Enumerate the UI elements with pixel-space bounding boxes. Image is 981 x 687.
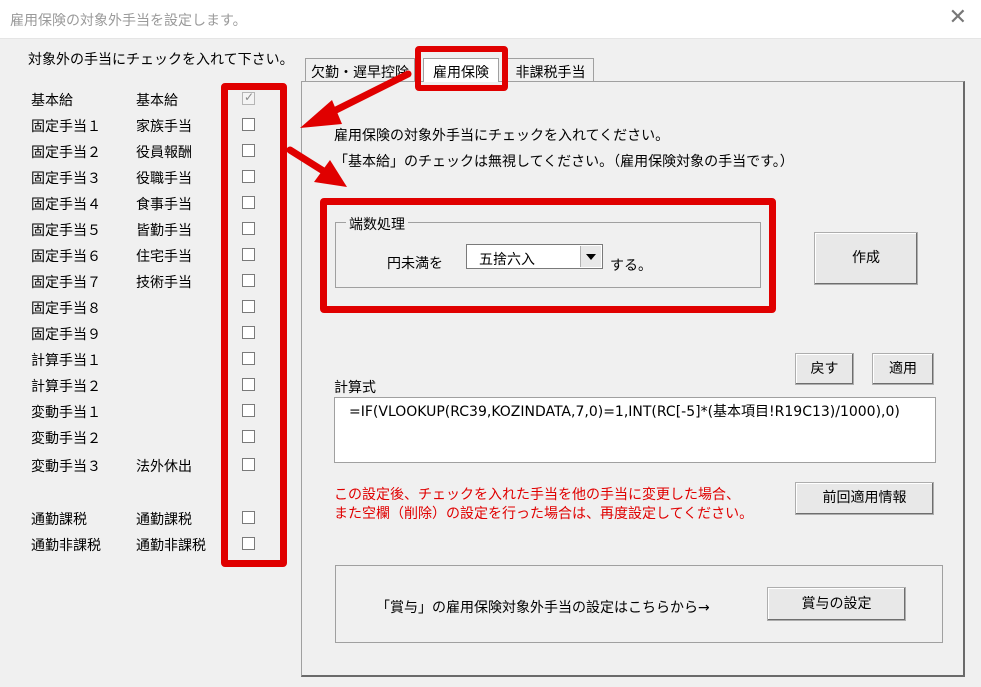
allowance-code: 変動手当２ <box>31 431 101 447</box>
checkbox-highlight <box>221 83 287 567</box>
allowance-code: 通勤非課税 <box>31 538 101 554</box>
bonus-settings-button[interactable]: 賞与の設定 <box>767 587 906 621</box>
formula-textbox[interactable]: =IF(VLOOKUP(RC39,KOZINDATA,7,0)=1,INT(RC… <box>334 397 936 463</box>
allowance-name: 基本給 <box>136 93 178 109</box>
allowance-name: 役職手当 <box>136 171 192 187</box>
tab-absence-deduction[interactable]: 欠勤・遅早控除 <box>305 58 415 82</box>
previous-apply-info-button[interactable]: 前回適用情報 <box>795 482 934 515</box>
allowance-code: 基本給 <box>31 93 73 109</box>
panel-note-2: 「基本給」のチェックは無視してください。（雇用保険対象の手当です。） <box>334 154 794 170</box>
allowance-name: 皆勤手当 <box>136 223 192 239</box>
allowance-code: 固定手当８ <box>31 301 101 317</box>
window-title: 雇用保険の対象外手当を設定します。 <box>10 13 247 29</box>
allowance-code: 固定手当５ <box>31 223 101 239</box>
formula-label: 計算式 <box>334 380 376 396</box>
allowance-name: 家族手当 <box>136 119 192 135</box>
warning-text-1: この設定後、チェックを入れた手当を他の手当に変更した場合、 <box>334 487 740 503</box>
allowance-code: 変動手当３ <box>31 459 101 475</box>
title-bar: 雇用保険の対象外手当を設定します。 ✕ <box>0 0 981 39</box>
allowance-name: 役員報酬 <box>136 145 192 161</box>
allowance-code: 変動手当１ <box>31 405 101 421</box>
allowance-name: 通勤課税 <box>136 512 192 528</box>
allowance-name: 技術手当 <box>136 275 192 291</box>
bonus-text: 「賞与」の雇用保険対象外手当の設定はこちらから→ <box>376 600 710 616</box>
tab-nontaxable-allowance[interactable]: 非課税手当 <box>507 58 594 82</box>
rounding-highlight <box>320 198 776 313</box>
allowance-code: 固定手当１ <box>31 119 101 135</box>
allowance-name: 住宅手当 <box>136 249 192 265</box>
revert-button[interactable]: 戻す <box>795 353 854 385</box>
instruction-text: 対象外の手当にチェックを入れて下さい。 <box>28 52 294 68</box>
allowance-name: 法外休出 <box>136 459 192 475</box>
allowance-code: 固定手当７ <box>31 275 101 291</box>
allowance-code: 計算手当２ <box>31 379 101 395</box>
allowance-code: 固定手当２ <box>31 145 101 161</box>
allowance-name: 通勤非課税 <box>136 538 206 554</box>
allowance-code: 計算手当１ <box>31 353 101 369</box>
create-button[interactable]: 作成 <box>814 232 918 285</box>
allowance-code: 固定手当６ <box>31 249 101 265</box>
allowance-name: 食事手当 <box>136 197 192 213</box>
panel-note-1: 雇用保険の対象外手当にチェックを入れてください。 <box>334 128 670 144</box>
warning-text-2: また空欄（削除）の設定を行った場合は、再度設定してください。 <box>334 506 754 522</box>
allowance-code: 固定手当３ <box>31 171 101 187</box>
apply-button[interactable]: 適用 <box>872 353 934 385</box>
tab-highlight <box>415 46 508 91</box>
close-icon[interactable]: ✕ <box>949 5 967 30</box>
allowance-code: 通勤課税 <box>31 512 87 528</box>
allowance-code: 固定手当４ <box>31 197 101 213</box>
allowance-code: 固定手当９ <box>31 327 101 343</box>
